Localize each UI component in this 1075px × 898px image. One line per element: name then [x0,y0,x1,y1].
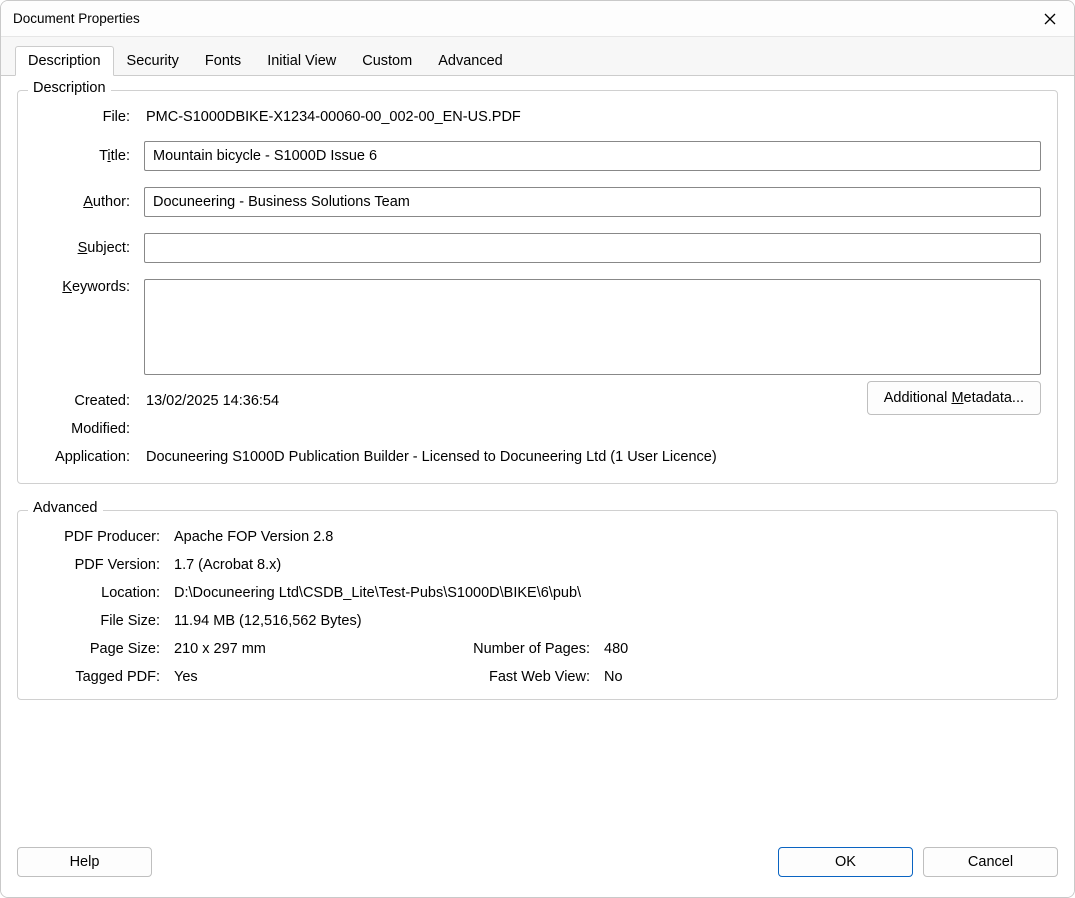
subject-label: Subject: [34,240,144,256]
subject-input[interactable] [144,233,1041,263]
file-value: PMC-S1000DBIKE-X1234-00060-00_002-00_EN-… [144,109,521,125]
filesize-value: 11.94 MB (12,516,562 Bytes) [174,613,362,629]
location-label: Location: [34,585,174,601]
version-label: PDF Version: [34,557,174,573]
description-group: Description File: PMC-S1000DBIKE-X1234-0… [17,90,1058,484]
fastweb-value: No [604,669,684,685]
created-label: Created: [34,393,144,409]
author-label: Author: [34,194,144,210]
document-properties-window: Document Properties Description Security… [0,0,1075,898]
tab-initial-view[interactable]: Initial View [254,46,349,76]
tab-advanced[interactable]: Advanced [425,46,516,76]
pagesize-value: 210 x 297 mm [174,641,444,657]
tab-security[interactable]: Security [114,46,192,76]
pagesize-label: Page Size: [34,641,174,657]
fastweb-label: Fast Web View: [444,669,604,685]
file-label: File: [34,109,144,125]
window-title: Document Properties [13,11,1038,26]
modified-label: Modified: [34,421,144,437]
tagged-label: Tagged PDF: [34,669,174,685]
description-legend: Description [28,80,111,96]
tabbar: Description Security Fonts Initial View … [1,37,1074,76]
application-value: Docuneering S1000D Publication Builder -… [144,449,717,465]
advanced-legend: Advanced [28,500,103,516]
created-value: 13/02/2025 14:36:54 [144,393,279,409]
keywords-input[interactable] [144,279,1041,375]
producer-value: Apache FOP Version 2.8 [174,529,333,545]
tab-body: Description File: PMC-S1000DBIKE-X1234-0… [1,76,1074,839]
advanced-group: Advanced PDF Producer: Apache FOP Versio… [17,510,1058,700]
location-value: D:\Docuneering Ltd\CSDB_Lite\Test-Pubs\S… [174,585,581,601]
application-label: Application: [34,449,144,465]
title-input[interactable] [144,141,1041,171]
additional-metadata-button[interactable]: Additional Metadata... [867,381,1041,415]
author-input[interactable] [144,187,1041,217]
tab-custom[interactable]: Custom [349,46,425,76]
footer: Help OK Cancel [1,839,1074,897]
producer-label: PDF Producer: [34,529,174,545]
help-button[interactable]: Help [17,847,152,877]
close-icon[interactable] [1038,7,1062,31]
numpages-label: Number of Pages: [444,641,604,657]
ok-button[interactable]: OK [778,847,913,877]
version-value: 1.7 (Acrobat 8.x) [174,557,281,573]
cancel-button[interactable]: Cancel [923,847,1058,877]
numpages-value: 480 [604,641,684,657]
tagged-value: Yes [174,669,444,685]
titlebar: Document Properties [1,1,1074,37]
keywords-label: Keywords: [34,279,144,295]
title-label: Title: [34,148,144,164]
filesize-label: File Size: [34,613,174,629]
tab-description[interactable]: Description [15,46,114,76]
tab-fonts[interactable]: Fonts [192,46,254,76]
